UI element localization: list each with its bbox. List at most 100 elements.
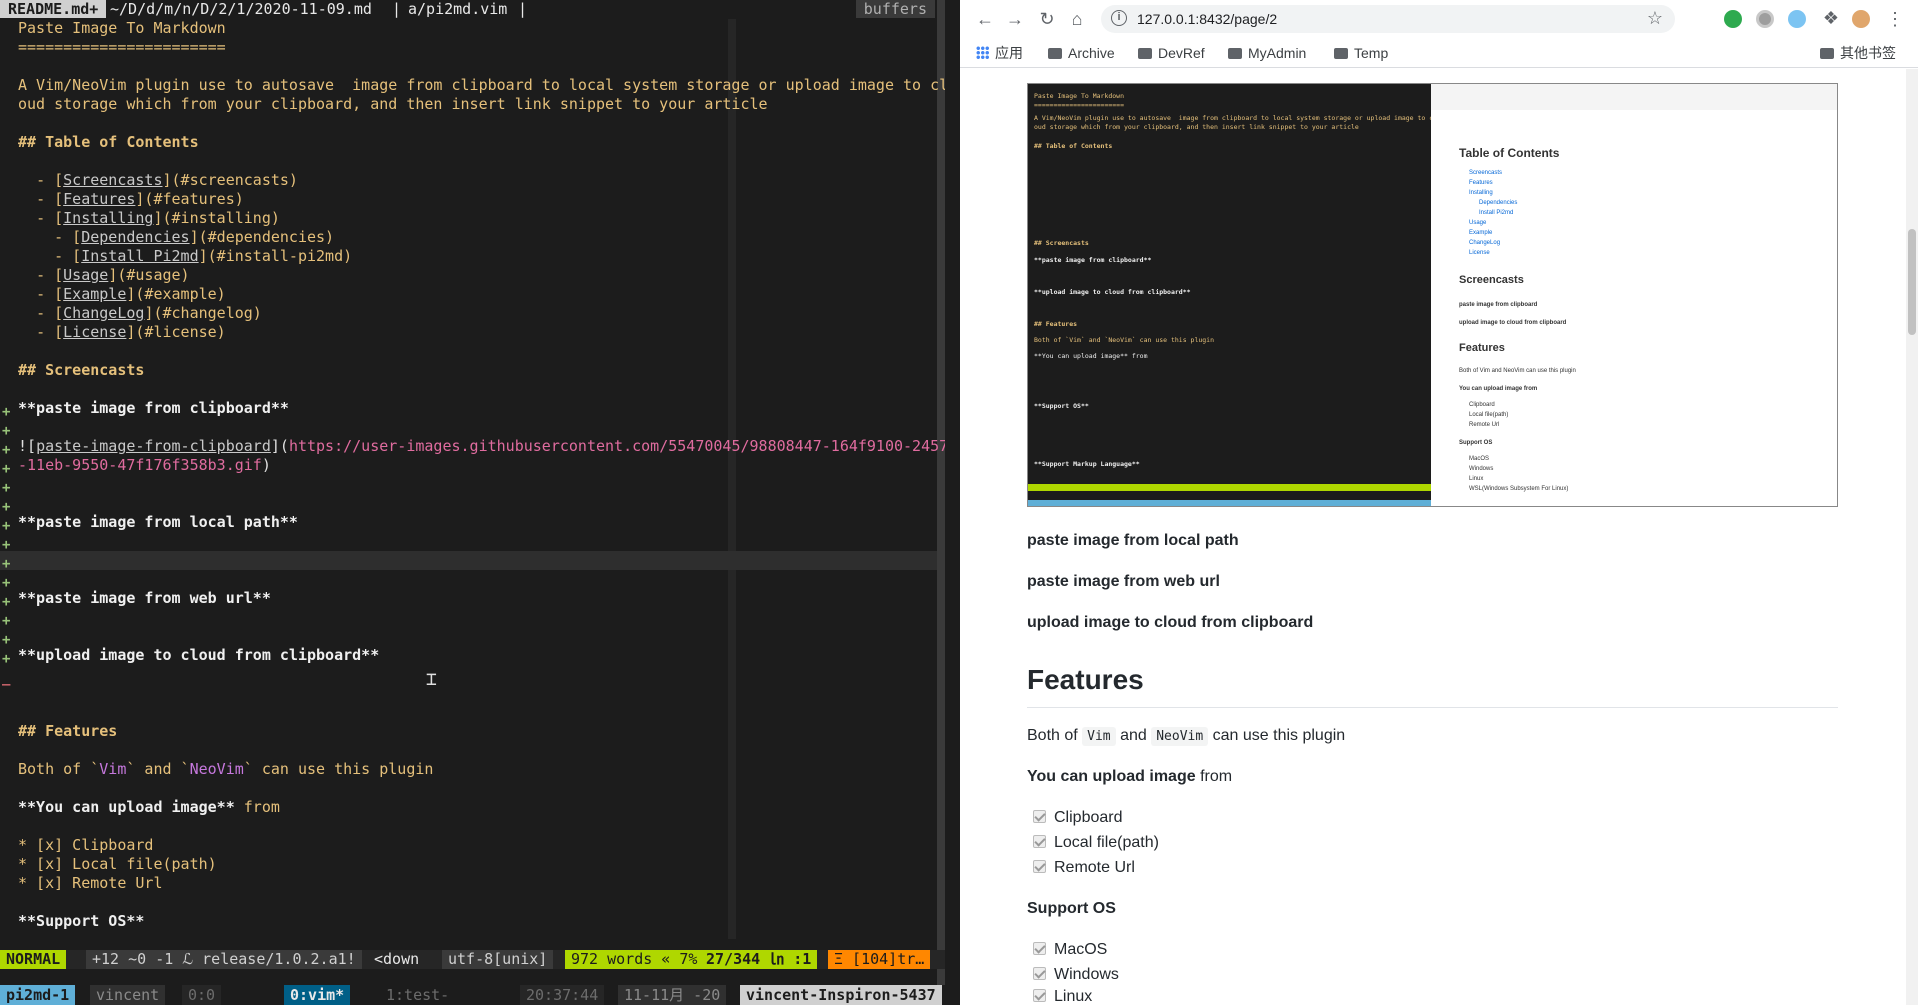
gutter-added-mark: + — [2, 537, 11, 553]
gutter-added-mark: + — [2, 518, 11, 534]
screencast-image: Paste Image To Markdown ================… — [1027, 83, 1838, 507]
url-text[interactable]: 127.0.0.1:8432/page/2 — [1137, 11, 1277, 27]
toc-item: - [Usage](#usage) — [36, 266, 190, 284]
task-item: Clipboard — [1033, 809, 1122, 827]
folder-icon — [1334, 48, 1348, 59]
toc-item: - [Install Pi2md](#install-pi2md) — [54, 247, 353, 265]
paste-web-line: **paste image from web url** — [18, 589, 271, 607]
tmux-hostname: vincent-Inspiron-5437 — [740, 985, 942, 1005]
both-line: Both of `Vim` and `NeoVim` can use this … — [18, 760, 434, 778]
tab-separator: | — [518, 0, 528, 18]
screencast-vim-side: Paste Image To Markdown ================… — [1028, 84, 1437, 506]
vim-tabline: README.md+ ~/D/d/m/n/D/2/1/2020-11-09.md… — [0, 0, 945, 18]
heading-divider — [1027, 707, 1838, 708]
browser-window[interactable]: ← → ↻ ⌂ i 127.0.0.1:8432/page/2 ☆ ❖ ⋮ 应用… — [960, 0, 1918, 1005]
extensions-puzzle-icon[interactable]: ❖ — [1820, 7, 1842, 29]
apps-grid-icon — [976, 46, 989, 59]
tab-pi2md[interactable]: a/pi2md.vim — [408, 0, 507, 18]
upload-cloud-line: **upload image to cloud from clipboard** — [18, 646, 380, 664]
forward-arrow-icon[interactable]: → — [1004, 8, 1026, 30]
tmux-statusbar: pi2md-1 vincent 0:0 0:vim* 1:test- 20:37… — [0, 985, 945, 1005]
gutter-added-mark: + — [2, 556, 11, 572]
gutter-added-mark: + — [2, 594, 11, 610]
profile-avatar[interactable] — [1852, 10, 1870, 28]
task-item: Remote Url — [1033, 859, 1135, 877]
task-item: Windows — [1033, 966, 1119, 984]
extension-icon[interactable] — [1788, 10, 1806, 28]
both-paragraph: Both of Vim and NeoVim can use this plug… — [1027, 727, 1346, 746]
checkbox-checked-icon — [1033, 810, 1046, 823]
task-item: Local file(path) — [1033, 834, 1159, 852]
vim-editor[interactable]: README.md+ ~/D/d/m/n/D/2/1/2020-11-09.md… — [0, 0, 945, 1005]
page-scrollbar[interactable] — [1906, 69, 1918, 1005]
address-bar[interactable]: i 127.0.0.1:8432/page/2 ☆ — [1101, 5, 1675, 33]
tmux-date: 11-11月 -20 — [618, 985, 727, 1005]
checkbox-checked-icon — [1033, 989, 1046, 1002]
back-arrow-icon[interactable]: ← — [974, 8, 996, 30]
folder-icon — [1228, 48, 1242, 59]
toc-item: - [Installing](#installing) — [36, 209, 280, 227]
image-link-line: ![paste-image-from-clipboard](https://us… — [18, 437, 945, 455]
home-icon[interactable]: ⌂ — [1066, 8, 1088, 30]
toc-item: - [Example](#example) — [36, 285, 226, 303]
title-line: Paste Image To Markdown — [18, 19, 226, 37]
gutter-added-mark: + — [2, 461, 11, 477]
bookmark-star-icon[interactable]: ☆ — [1647, 8, 1663, 29]
bookmark-apps[interactable]: 应用 — [976, 43, 1023, 63]
gutter-added-mark: + — [2, 404, 11, 420]
bookmarks-bar: 应用 Archive DevRef MyAdmin Temp 其他书签 — [960, 38, 1918, 68]
screencasts-heading: ## Screencasts — [18, 361, 145, 379]
support-os-heading: Support OS — [1027, 900, 1116, 917]
paste-web-heading: paste image from web url — [1027, 573, 1220, 590]
buffers-label: buffers — [855, 0, 935, 18]
scrollbar-thumb[interactable] — [1908, 229, 1916, 335]
code-vim: Vim — [1082, 727, 1116, 746]
gutter-added-mark: + — [2, 651, 11, 667]
description-line-2: oud storage which from your clipboard, a… — [18, 95, 768, 113]
toc-item: - [Screencasts](#screencasts) — [36, 171, 298, 189]
upload-from-line: **You can upload image** from — [18, 798, 280, 816]
tab-separator: | — [392, 0, 402, 18]
gutter-added-mark: + — [2, 632, 11, 648]
features-heading: Features — [1027, 664, 1144, 695]
bookmark-myadmin[interactable]: MyAdmin — [1228, 43, 1306, 63]
image-link-line-wrap: -11eb-9550-47f176f358b3.gif) — [18, 456, 271, 474]
extension-icon[interactable] — [1756, 10, 1774, 28]
checkbox-line: * [x] Clipboard — [18, 836, 154, 854]
checkbox-line: * [x] Local file(path) — [18, 855, 217, 873]
toc-item: - [License](#license) — [36, 323, 226, 341]
checkbox-checked-icon — [1033, 835, 1046, 848]
checkbox-checked-icon — [1033, 942, 1046, 955]
window-split[interactable] — [937, 0, 945, 1005]
tmux-window-active[interactable]: 0:vim* — [284, 985, 351, 1005]
upload-cloud-heading: upload image to cloud from clipboard — [1027, 614, 1314, 631]
cursor-line — [0, 551, 945, 570]
site-info-icon[interactable]: i — [1111, 10, 1127, 26]
paste-local-line: **paste image from local path** — [18, 513, 298, 531]
gutter-added-mark: + — [2, 480, 11, 496]
upload-paragraph: You can upload image from — [1027, 768, 1233, 785]
bookmark-devref[interactable]: DevRef — [1138, 43, 1205, 63]
other-bookmarks[interactable]: 其他书签 — [1820, 43, 1896, 63]
cursor-position: 27/344 ㏑ :1 — [700, 950, 818, 969]
gutter-added-mark: + — [2, 423, 11, 439]
tmux-window[interactable]: 1:test- — [380, 985, 456, 1005]
menu-icon[interactable]: ⋮ — [1884, 8, 1906, 30]
bookmark-temp[interactable]: Temp — [1334, 43, 1388, 63]
mode-indicator: NORMAL — [0, 950, 67, 969]
folder-icon — [1048, 48, 1062, 59]
warning-indicator: Ξ [104]tr… — [828, 950, 931, 969]
evernote-extension-icon[interactable] — [1724, 10, 1742, 28]
mouse-ibeam-cursor: ⌶ — [426, 669, 437, 690]
bookmark-archive[interactable]: Archive — [1048, 43, 1115, 63]
page-content[interactable]: Paste Image To Markdown ================… — [960, 69, 1918, 1005]
vim-statusline: NORMAL +12 ~0 -1 ℒ release/1.0.2.a1! <do… — [0, 950, 945, 969]
tab-readme[interactable]: README.md+ — [0, 0, 107, 18]
toc-item: - [Dependencies](#dependencies) — [54, 228, 335, 246]
paste-clipboard-line: **paste image from clipboard** — [18, 399, 289, 417]
tmux-session: pi2md-1 — [0, 985, 76, 1005]
toc-item: - [ChangeLog](#changelog) — [36, 304, 262, 322]
tmux-time: 20:37:44 — [520, 985, 605, 1005]
tmux-user: vincent — [90, 985, 166, 1005]
reload-icon[interactable]: ↻ — [1036, 8, 1058, 30]
